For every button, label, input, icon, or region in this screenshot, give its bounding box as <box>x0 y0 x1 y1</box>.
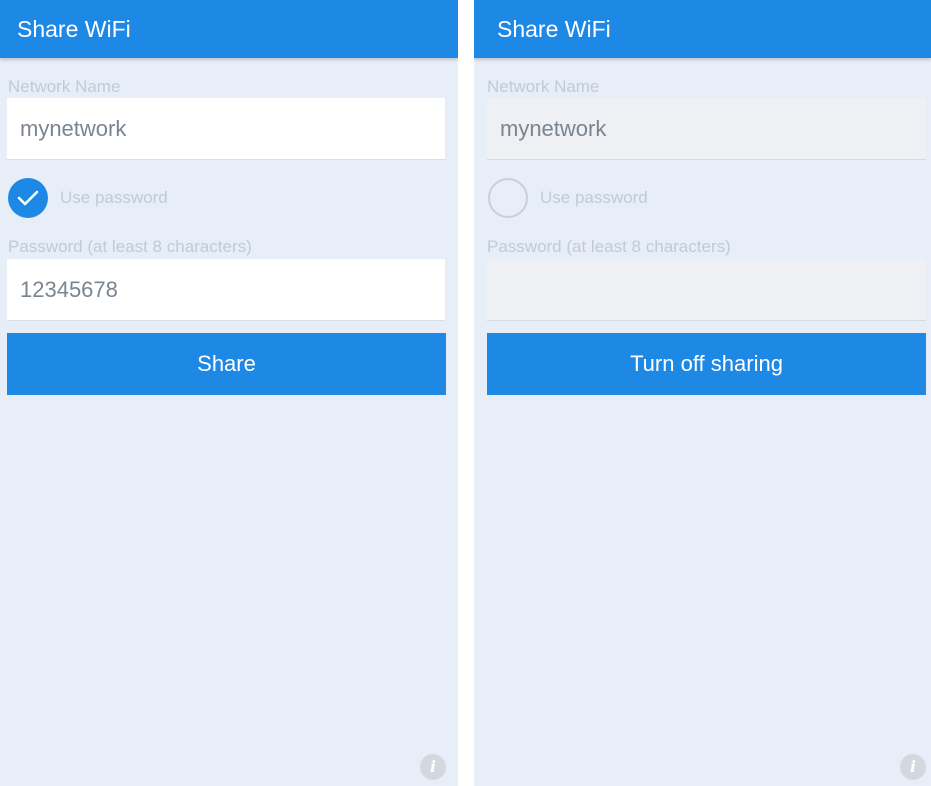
network-name-value: mynetwork <box>20 116 127 141</box>
app-title: Share WiFi <box>497 16 611 42</box>
turn-off-sharing-button[interactable]: Turn off sharing <box>487 333 926 395</box>
app-bar: Share WiFi <box>0 0 458 58</box>
screen-share-wifi-enabled: Share WiFi Network Name mynetwork Use pa… <box>0 0 458 786</box>
share-button[interactable]: Share <box>7 333 446 395</box>
app-bar: Share WiFi <box>474 0 931 58</box>
password-field <box>487 259 926 321</box>
app-title: Share WiFi <box>17 16 131 42</box>
use-password-checkbox[interactable]: Use password <box>8 178 308 218</box>
use-password-checkbox: Use password <box>488 178 788 218</box>
use-password-label: Use password <box>60 188 168 207</box>
network-name-field: mynetwork <box>487 98 926 160</box>
network-name-value: mynetwork <box>500 116 607 141</box>
checkmark-icon[interactable] <box>8 178 48 218</box>
screen-share-wifi-sharing: Share WiFi Network Name mynetwork Use pa… <box>474 0 931 786</box>
network-name-field[interactable]: mynetwork <box>7 98 445 160</box>
unchecked-circle-icon <box>488 178 528 218</box>
info-icon[interactable]: i <box>420 754 446 780</box>
network-name-label: Network Name <box>8 77 121 96</box>
network-name-label: Network Name <box>487 77 600 96</box>
password-label: Password (at least 8 characters) <box>487 237 731 256</box>
password-field[interactable]: 12345678 <box>7 259 445 321</box>
use-password-label: Use password <box>540 188 648 207</box>
info-icon[interactable]: i <box>900 754 926 780</box>
password-label: Password (at least 8 characters) <box>8 237 252 256</box>
password-value: 12345678 <box>20 277 118 302</box>
